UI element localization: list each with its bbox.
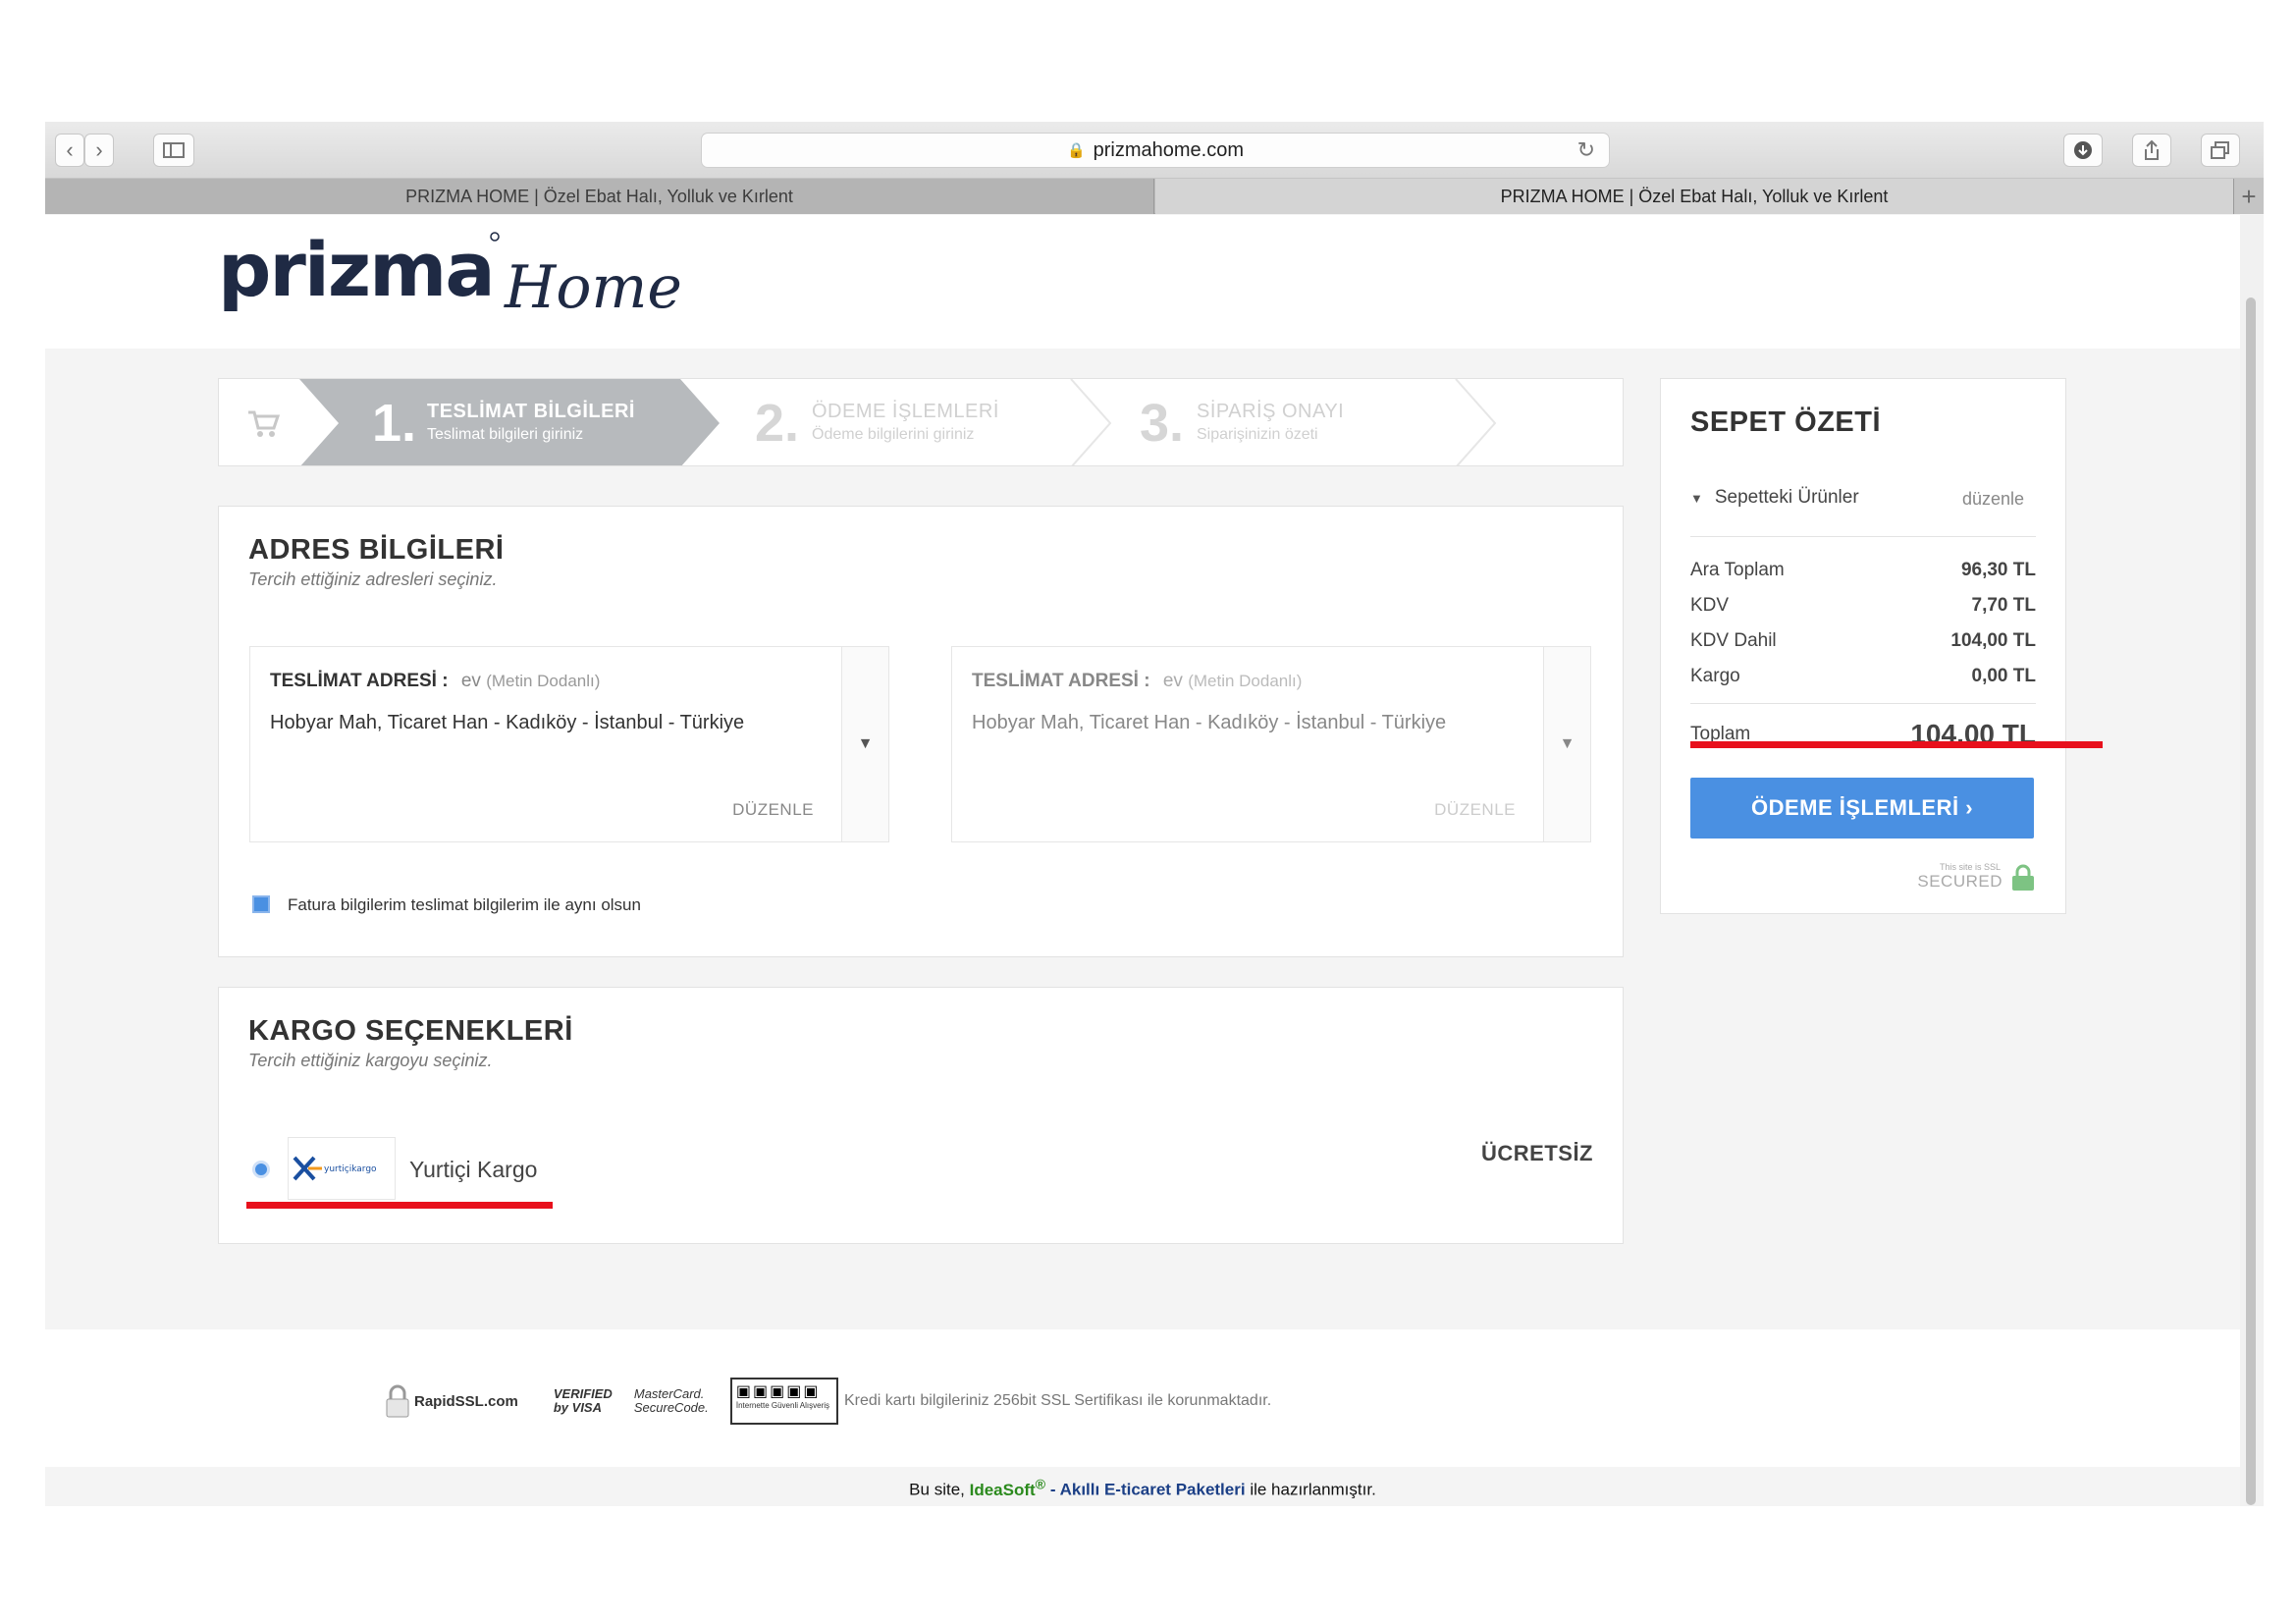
ssl-secured-badge: This site is SSL SECURED xyxy=(1914,862,2036,895)
tab-prizma-2[interactable]: PRIZMA HOME | Özel Ebat Halı, Yolluk ve … xyxy=(1155,179,2233,214)
ideasoft-link[interactable]: IdeaSoft® xyxy=(970,1477,1046,1499)
same-billing-checkbox[interactable] xyxy=(252,895,270,913)
address-title: ADRES BİLGİLERİ xyxy=(248,534,505,566)
summary-row: KDV 7,70 TL xyxy=(1690,595,2036,616)
address-person: (Metin Dodanlı) xyxy=(486,672,601,690)
tabs-icon xyxy=(2211,141,2229,159)
site-footer: RapidSSL.com VERIFIED by VISA MasterCard… xyxy=(45,1329,2240,1467)
address-card: ADRES BİLGİLERİ Tercih ettiğiniz adresle… xyxy=(218,506,1624,957)
yurtici-kargo-logo: yurtiçikargo xyxy=(288,1137,396,1200)
address-label: TESLİMAT ADRESİ : xyxy=(972,671,1150,691)
cargo-card: KARGO SEÇENEKLERİ Tercih ettiğiniz kargo… xyxy=(218,987,1624,1244)
verified-by-visa-badge: VERIFIED by VISA xyxy=(553,1386,613,1415)
basket-items-toggle[interactable]: ▼ Sepetteki Ürünler xyxy=(1690,487,1859,509)
tab-prizma-1[interactable]: PRIZMA HOME | Özel Ebat Halı, Yolluk ve … xyxy=(45,179,1154,214)
payment-highlight-underline xyxy=(1690,741,2103,748)
address-line: Hobyar Mah, Ticaret Han - Kadıköy - İsta… xyxy=(270,712,745,733)
site-header: prizma Home xyxy=(45,215,2240,349)
mastercard-securecode-badge: MasterCard. SecureCode. xyxy=(633,1386,709,1415)
same-billing-label: Fatura bilgilerim teslimat bilgilerim il… xyxy=(288,895,641,914)
step-2-title: ÖDEME İŞLEMLERİ xyxy=(812,401,999,422)
scrollbar-thumb[interactable] xyxy=(2246,298,2256,1505)
padlock-icon xyxy=(2012,864,2034,891)
cargo-radio[interactable] xyxy=(252,1161,270,1178)
stars-icon: ▣▣▣▣▣ xyxy=(735,1383,821,1400)
address-name: ev xyxy=(1162,671,1183,691)
rapidssl-badge: RapidSSL.com xyxy=(385,1383,538,1419)
summary-row: Ara Toplam 96,30 TL xyxy=(1690,560,2036,580)
svg-text:Home: Home xyxy=(504,253,682,321)
cargo-subtitle: Tercih ettiğiniz kargoyu seçiniz. xyxy=(248,1051,493,1070)
site-credit: Bu site, IdeaSoft® - Akıllı E-ticaret Pa… xyxy=(909,1477,1376,1499)
step-1-subtitle: Teslimat bilgileri giriniz xyxy=(427,426,584,443)
step-2-number: 2. xyxy=(755,394,800,453)
url-text: prizmahome.com xyxy=(1093,138,1245,161)
caret-down-icon: ▼ xyxy=(1690,491,1703,506)
guvenli-alisveris-badge: ▣▣▣▣▣ İnternette Güvenli Alışveriş xyxy=(729,1378,838,1425)
divider xyxy=(1690,536,2036,537)
caret-down-icon: ▼ xyxy=(1559,735,1575,752)
sidebar-icon xyxy=(163,142,185,158)
chevron-left-icon: ‹ xyxy=(66,137,74,162)
caret-down-icon: ▼ xyxy=(857,735,874,752)
address-dropdown-toggle[interactable]: ▼ xyxy=(841,647,888,841)
ssl-note: Kredi kartı bilgileriniz 256bit SSL Sert… xyxy=(844,1392,1272,1409)
tab-bar: PRIZMA HOME | Özel Ebat Halı, Yolluk ve … xyxy=(45,179,2264,214)
svg-text:prizma: prizma xyxy=(218,226,494,313)
download-icon xyxy=(2074,141,2092,159)
forward-button[interactable]: › xyxy=(84,134,114,167)
summary-title: SEPET ÖZETİ xyxy=(1690,406,1882,438)
step-3-number: 3. xyxy=(1140,394,1185,453)
address-dropdown-toggle[interactable]: ▼ xyxy=(1543,647,1590,841)
cart-icon xyxy=(248,410,281,437)
address-subtitle: Tercih ettiğiniz adresleri seçiniz. xyxy=(248,569,498,589)
checkout-page: prizma Home 1. TESLİMAT BİLGİLERİ Teslim… xyxy=(45,215,2240,1506)
basket-edit-link[interactable]: düzenle xyxy=(1962,489,2024,510)
summary-row: KDV Dahil 104,00 TL xyxy=(1690,630,2036,651)
lock-icon: 🔒 xyxy=(1066,142,1086,159)
back-button[interactable]: ‹ xyxy=(55,134,84,167)
cargo-option-name: Yurtiçi Kargo xyxy=(409,1157,538,1182)
address-person: (Metin Dodanlı) xyxy=(1188,672,1303,690)
step-3-title: SİPARİŞ ONAYI xyxy=(1197,401,1345,422)
svg-text:yurtiçikargo: yurtiçikargo xyxy=(324,1164,377,1174)
step-1-title: TESLİMAT BİLGİLERİ xyxy=(427,401,635,422)
security-badges: RapidSSL.com VERIFIED by VISA MasterCard… xyxy=(385,1377,838,1426)
address-name: ev xyxy=(460,671,481,691)
basket-summary-card: SEPET ÖZETİ ▼ Sepetteki Ürünler düzenle A… xyxy=(1660,378,2066,914)
downloads-button[interactable] xyxy=(2063,134,2103,167)
share-icon xyxy=(2145,139,2159,160)
payment-button[interactable]: ÖDEME İŞLEMLERİ › xyxy=(1690,778,2034,839)
step-1-number: 1. xyxy=(372,394,417,453)
padlock-icon xyxy=(386,1384,409,1418)
reload-icon[interactable]: ↻ xyxy=(1577,137,1595,163)
address-label: TESLİMAT ADRESİ : xyxy=(270,671,449,691)
cargo-title: KARGO SEÇENEKLERİ xyxy=(248,1015,573,1047)
billing-address-box[interactable]: TESLİMAT ADRESİ : ev (Metin Dodanlı) Hob… xyxy=(951,646,1591,842)
sidebar-toggle-button[interactable] xyxy=(153,134,194,167)
scrollbar[interactable] xyxy=(2240,215,2264,1506)
yurtici-logo-icon: yurtiçikargo xyxy=(293,1156,377,1181)
browser-window: ‹ › 🔒 prizmahome.com ↻ PRIZMA HOME | Öze… xyxy=(45,122,2264,1506)
new-tab-button[interactable]: + xyxy=(2233,179,2264,214)
share-button[interactable] xyxy=(2132,134,2171,167)
eticaret-link[interactable]: - Akıllı E-ticaret Paketleri xyxy=(1050,1481,1246,1499)
credit-bar: Bu site, IdeaSoft® - Akıllı E-ticaret Pa… xyxy=(45,1467,2240,1506)
step-3-subtitle: Siparişinizin özeti xyxy=(1197,426,1318,443)
address-edit-link[interactable]: DÜZENLE xyxy=(1434,800,1516,820)
summary-row: Kargo 0,00 TL xyxy=(1690,666,2036,686)
step-2-subtitle: Ödeme bilgilerini giriniz xyxy=(812,426,975,443)
checkout-steps: 1. TESLİMAT BİLGİLERİ Teslimat bilgileri… xyxy=(218,378,1624,466)
address-line: Hobyar Mah, Ticaret Han - Kadıköy - İsta… xyxy=(972,712,1447,733)
delivery-address-box[interactable]: TESLİMAT ADRESİ : ev (Metin Dodanlı) Hob… xyxy=(249,646,889,842)
prizma-home-logo[interactable]: prizma Home xyxy=(218,223,728,321)
cargo-price: ÜCRETSİZ xyxy=(1481,1141,1593,1165)
tabs-overview-button[interactable] xyxy=(2201,134,2240,167)
address-bar[interactable]: 🔒 prizmahome.com ↻ xyxy=(701,133,1610,168)
divider xyxy=(1690,703,2036,704)
browser-toolbar: ‹ › 🔒 prizmahome.com ↻ xyxy=(45,122,2264,179)
address-edit-link[interactable]: DÜZENLE xyxy=(732,800,814,820)
cargo-highlight-underline xyxy=(246,1202,553,1209)
chevron-right-icon: › xyxy=(95,137,103,162)
